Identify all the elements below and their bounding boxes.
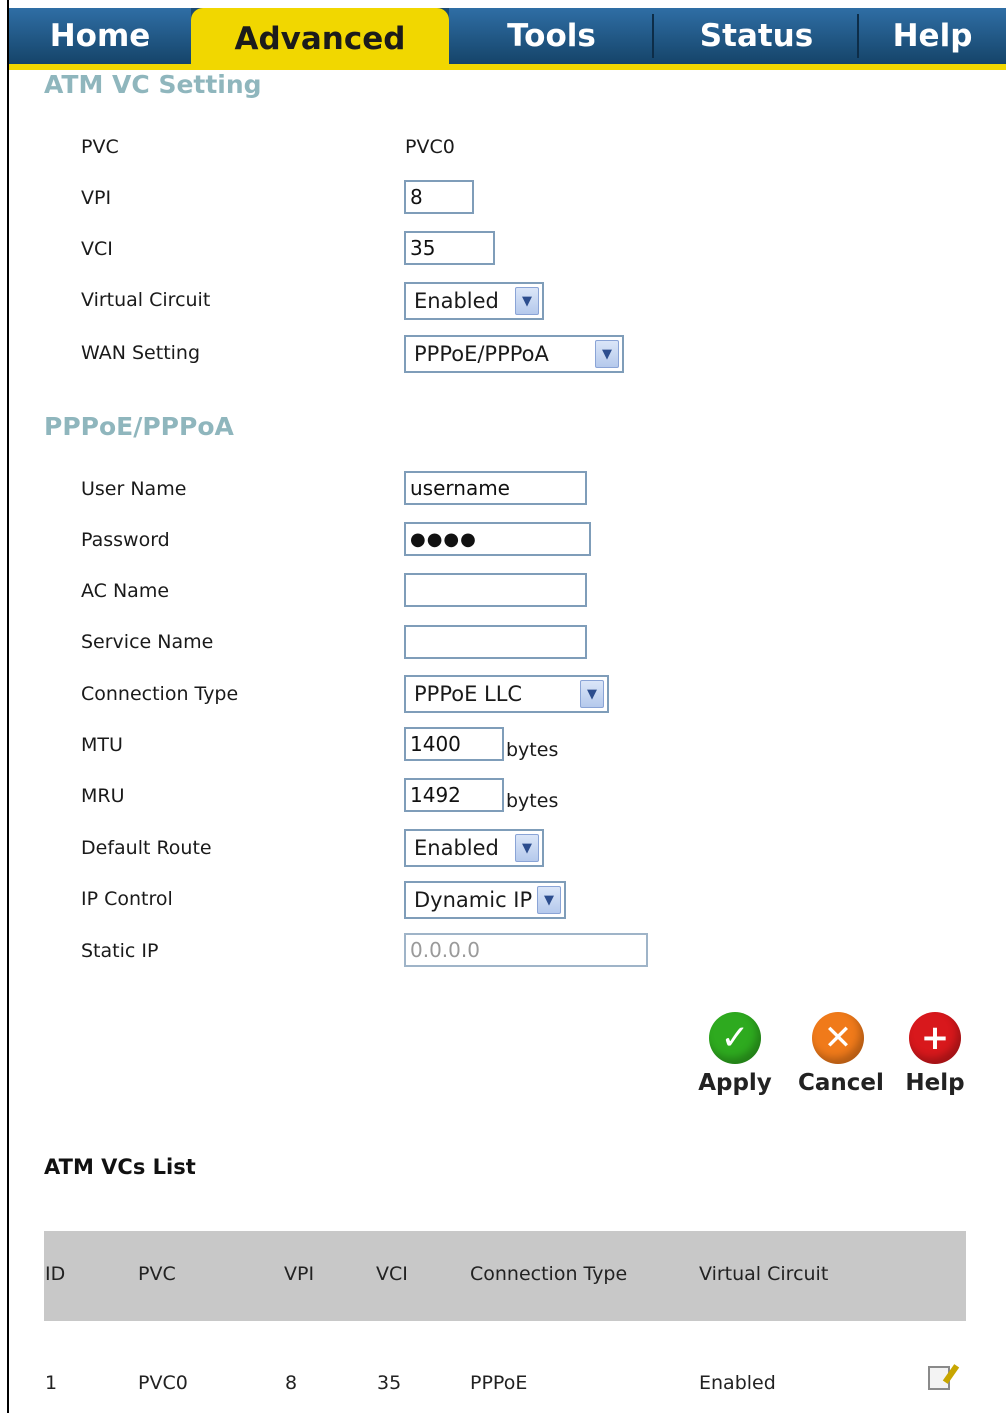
cell-connection-type: PPPoE: [470, 1372, 528, 1394]
col-header-virtual-circuit: Virtual Circuit: [699, 1263, 829, 1285]
tab-home-label: Home: [49, 18, 151, 54]
username-input[interactable]: [404, 471, 587, 505]
wan-setting-value: PPPoE/PPPoA: [414, 342, 549, 366]
col-header-vci: VCI: [376, 1263, 408, 1285]
cell-vpi: 8: [285, 1372, 298, 1394]
mtu-unit: bytes: [506, 739, 559, 761]
main-tab-bar: Home Advanced Tools Status Help: [9, 8, 1006, 70]
default-route-label: Default Route: [81, 837, 212, 859]
tab-tools-label: Tools: [507, 18, 596, 54]
service-name-input[interactable]: [404, 625, 587, 659]
mru-unit: bytes: [506, 790, 559, 812]
vci-label: VCI: [81, 238, 113, 260]
mtu-input[interactable]: [404, 727, 504, 761]
chevron-down-icon: ▼: [595, 340, 619, 368]
virtual-circuit-value: Enabled: [414, 289, 499, 313]
vpi-label: VPI: [81, 187, 112, 209]
vpi-input[interactable]: [404, 180, 474, 214]
tab-advanced[interactable]: Advanced: [191, 8, 449, 70]
chevron-down-icon: ▼: [515, 834, 539, 862]
cell-pvc: PVC0: [138, 1372, 188, 1394]
tab-help-label: Help: [892, 18, 973, 54]
password-input[interactable]: ●●●●: [404, 522, 591, 556]
connection-type-select[interactable]: PPPoE LLC ▼: [404, 675, 609, 713]
password-value: ●●●●: [410, 528, 477, 550]
static-ip-label: Static IP: [81, 940, 159, 962]
col-header-vpi: VPI: [284, 1263, 315, 1285]
col-header-connection-type: Connection Type: [470, 1263, 628, 1285]
tab-home[interactable]: Home: [9, 8, 191, 64]
tab-status[interactable]: Status: [654, 8, 859, 64]
tab-advanced-label: Advanced: [234, 21, 406, 57]
virtual-circuit-select[interactable]: Enabled ▼: [404, 282, 544, 320]
virtual-circuit-label: Virtual Circuit: [81, 289, 211, 311]
cancel-button[interactable]: ✕ Cancel: [798, 1012, 884, 1096]
col-header-pvc: PVC: [138, 1263, 176, 1285]
service-name-label: Service Name: [81, 631, 214, 653]
chevron-down-icon: ▼: [580, 680, 604, 708]
ac-name-label: AC Name: [81, 580, 170, 602]
username-label: User Name: [81, 478, 187, 500]
pvc-value: PVC0: [405, 136, 455, 158]
apply-label: Apply: [698, 1070, 772, 1096]
vc-list-title: ATM VCs List: [44, 1155, 196, 1179]
mru-input[interactable]: [404, 778, 504, 812]
cancel-label: Cancel: [798, 1070, 884, 1096]
password-label: Password: [81, 529, 170, 551]
chevron-down-icon: ▼: [515, 287, 539, 315]
tab-status-label: Status: [699, 18, 814, 54]
tab-tools[interactable]: Tools: [449, 8, 654, 64]
ac-name-input[interactable]: [404, 573, 587, 607]
connection-type-value: PPPoE LLC: [414, 682, 523, 706]
mru-label: MRU: [81, 785, 125, 807]
vci-input[interactable]: [404, 231, 495, 265]
col-header-id: ID: [45, 1263, 66, 1285]
help-button[interactable]: + Help: [900, 1012, 970, 1096]
ip-control-value: Dynamic IP: [414, 888, 533, 912]
wan-setting-label: WAN Setting: [81, 342, 201, 364]
default-route-select[interactable]: Enabled ▼: [404, 829, 544, 867]
help-label: Help: [905, 1070, 965, 1096]
plus-icon: +: [909, 1012, 961, 1064]
pppoe-section-title: PPPoE/PPPoA: [44, 412, 234, 441]
mtu-label: MTU: [81, 734, 123, 756]
tab-help[interactable]: Help: [859, 8, 1006, 64]
checkmark-icon: ✓: [709, 1012, 761, 1064]
static-ip-input[interactable]: [404, 933, 648, 967]
cell-virtual-circuit: Enabled: [699, 1372, 776, 1394]
atm-section-title: ATM VC Setting: [44, 70, 262, 99]
ip-control-label: IP Control: [81, 888, 173, 910]
cell-id: 1: [45, 1372, 58, 1394]
connection-type-label: Connection Type: [81, 683, 239, 705]
default-route-value: Enabled: [414, 836, 499, 860]
ip-control-select[interactable]: Dynamic IP ▼: [404, 881, 566, 919]
chevron-down-icon: ▼: [537, 886, 561, 914]
cancel-x-icon: ✕: [812, 1012, 864, 1064]
edit-icon[interactable]: [928, 1366, 950, 1390]
wan-setting-select[interactable]: PPPoE/PPPoA ▼: [404, 335, 624, 373]
cell-vci: 35: [377, 1372, 402, 1394]
pvc-label: PVC: [81, 136, 119, 158]
apply-button[interactable]: ✓ Apply: [695, 1012, 775, 1096]
